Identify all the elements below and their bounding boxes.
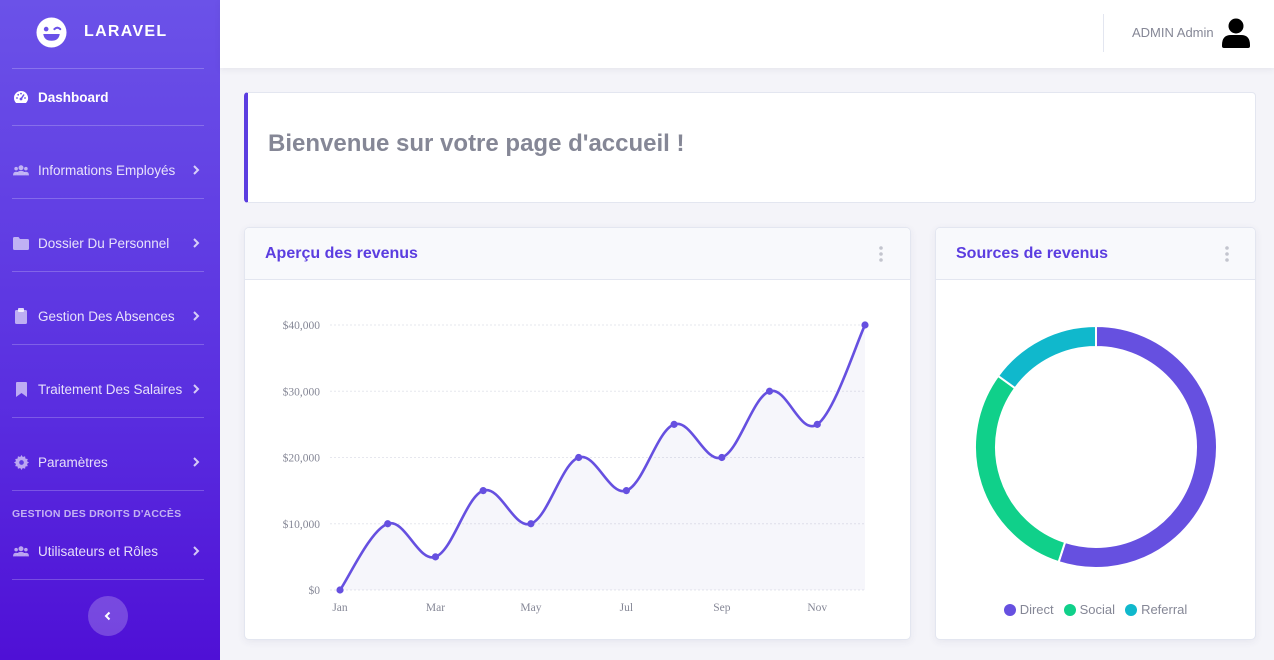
sidebar-item-gestion-des-absences[interactable]: Gestion Des Absences [0,296,220,336]
card-header: Sources de revenus [936,228,1255,280]
chevron-right-icon [193,311,200,321]
sidebar-divider [12,579,204,580]
ellipsis-vertical-icon[interactable] [877,245,885,263]
data-point [718,453,726,462]
y-tick-label: $0 [309,584,321,597]
user-icon[interactable] [1222,18,1250,48]
user-name[interactable]: ADMIN Admin [1132,25,1214,40]
legend-item-social[interactable]: Social [1063,602,1116,617]
data-point [861,321,869,329]
sidebar-item-label: Dossier Du Personnel [38,235,170,251]
gear-icon [13,454,29,470]
topbar: ADMIN Admin [220,0,1274,68]
chevron-right-icon [193,384,200,394]
donut-slice-referral [996,324,1097,390]
card-header: Aperçu des revenus [245,228,910,280]
x-tick-label: Mar [426,602,445,614]
sidebar-divider [12,417,204,418]
sidebar-item-label: Traitement Des Salaires [38,381,183,397]
revenue-sources-card: Sources de revenus Direct Social Referra… [935,227,1256,640]
sidebar-divider [12,68,204,69]
legend-dot [1125,603,1138,616]
legend-dot [1063,603,1076,616]
sidebar-section-heading: GESTION DES DROITS D'ACCÈS [12,508,182,520]
welcome-message: Bienvenue sur votre page d'accueil ! [268,130,685,157]
x-tick-label: Nov [807,602,827,614]
sidebar-item-label: Dashboard [38,89,109,105]
bookmark-icon [13,381,29,397]
sidebar-divider [12,271,204,272]
sidebar-item-label: Informations Employés [38,162,176,178]
chevron-right-icon [193,546,200,556]
sidebar-item-dashboard[interactable]: Dashboard [0,77,220,117]
legend-dot [1003,603,1016,616]
legend-label: Social [1079,602,1116,617]
sidebar: LARAVEL Dashboard Informations Employés … [0,0,220,660]
revenue-area-chart: $0 $10,000 $20,000 $30,000 $40,000 Jan Mar May J… [283,319,869,614]
sidebar-item-traitement-des-salaires[interactable]: Traitement Des Salaires [0,369,220,409]
sidebar-divider [12,125,204,126]
chevron-right-icon [193,238,200,248]
x-tick-label: Jul [620,602,633,614]
sidebar-divider [12,490,204,491]
data-point [575,453,583,462]
sidebar-item-label: Utilisateurs et Rôles [38,543,159,559]
brand[interactable]: LARAVEL [0,0,220,64]
data-point [431,553,440,561]
tachometer-icon [13,89,29,105]
data-point [479,487,487,495]
sidebar-divider [12,344,204,345]
users-icon [13,543,29,559]
clipboard-icon [13,308,29,324]
chevron-left-icon [104,611,111,621]
y-tick-label: $10,000 [283,518,321,531]
donut-slice-direct [1057,324,1218,569]
data-point [670,420,678,428]
sidebar-divider [12,198,204,199]
data-point [813,420,821,428]
folder-icon [13,235,29,251]
sidebar-item-informations-employes[interactable]: Informations Employés [0,150,220,190]
legend-label: Referral [1141,602,1188,617]
data-point [765,387,774,395]
y-tick-label: $40,000 [283,319,321,332]
legend-item-direct[interactable]: Direct [1003,602,1054,617]
sidebar-item-dossier-du-personnel[interactable]: Dossier Du Personnel [0,223,220,263]
welcome-card: Bienvenue sur votre page d'accueil ! [244,92,1256,203]
revenue-sources-donut [974,324,1218,569]
y-tick-label: $20,000 [283,452,321,465]
data-point [527,520,535,528]
x-tick-label: Sep [713,602,731,614]
chevron-right-icon [193,457,200,467]
legend-label: Direct [1019,602,1054,617]
card-title: Sources de revenus [956,245,1109,262]
sidebar-item-utilisateurs-et-roles[interactable]: Utilisateurs et Rôles [0,531,220,571]
chevron-right-icon [193,165,200,175]
donut-legend: Direct Social Referral [936,602,1255,617]
sidebar-item-parametres[interactable]: Paramètres [0,442,220,482]
sidebar-item-label: Paramètres [38,454,108,470]
laugh-wink-icon [36,17,67,48]
card-title: Aperçu des revenus [265,245,418,262]
y-tick-label: $30,000 [283,385,321,398]
data-point [622,487,630,495]
x-tick-label: Jan [332,602,348,614]
brand-name: LARAVEL [84,23,168,40]
topbar-divider [1103,14,1104,52]
sidebar-item-label: Gestion Des Absences [38,308,175,324]
donut-slice-social [974,374,1067,564]
data-point [336,586,344,594]
ellipsis-vertical-icon[interactable] [1223,245,1231,263]
data-point [384,520,392,528]
legend-item-referral[interactable]: Referral [1125,602,1187,617]
users-icon [13,162,29,178]
sidebar-toggle-button[interactable] [88,596,128,636]
revenue-overview-card: Aperçu des revenus $0 $10,000 $20,000 $30,0… [244,227,911,640]
x-tick-label: May [520,602,541,614]
